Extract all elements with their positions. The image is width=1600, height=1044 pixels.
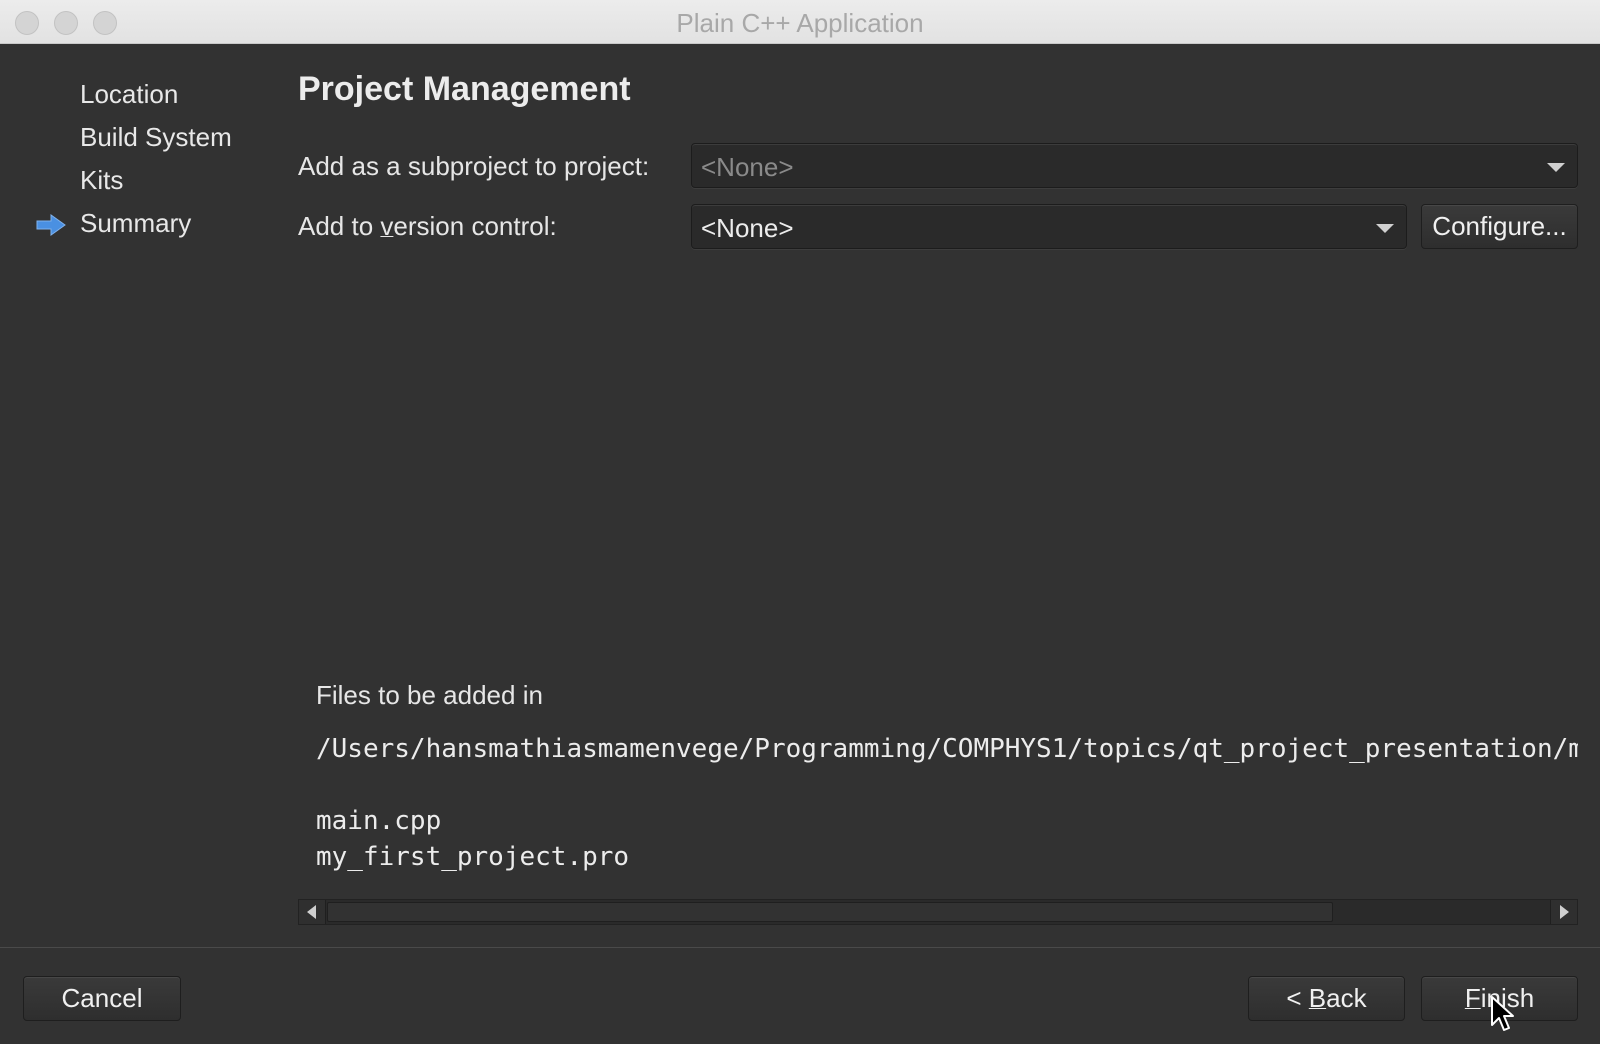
- back-button[interactable]: < Back: [1248, 976, 1405, 1021]
- title-bar: Plain C++ Application: [0, 0, 1600, 44]
- chevron-down-icon: [1376, 224, 1394, 233]
- files-path: /Users/hansmathiasmamenvege/Programming/…: [316, 734, 1578, 764]
- scroll-left-button[interactable]: [299, 900, 326, 924]
- file-list-item: my_first_project.pro: [316, 842, 630, 872]
- sidebar-item-kits: Kits: [80, 165, 124, 195]
- sidebar-item-summary: Summary: [80, 208, 192, 238]
- mouse-pointer-icon: [1491, 996, 1514, 1031]
- subproject-label: Add as a subproject to project:: [298, 151, 650, 181]
- horizontal-scrollbar[interactable]: [298, 899, 1578, 925]
- cancel-button[interactable]: Cancel: [23, 976, 181, 1021]
- sidebar-item-build-system: Build System: [80, 122, 232, 152]
- configure-button[interactable]: Configure...: [1421, 204, 1578, 249]
- version-control-select[interactable]: <None>: [691, 204, 1407, 249]
- sidebar-item-location: Location: [80, 79, 179, 109]
- page-title: Project Management: [298, 70, 631, 108]
- window-title: Plain C++ Application: [676, 8, 924, 38]
- subproject-select-value: <None>: [701, 152, 794, 182]
- arrow-right-icon: [36, 214, 66, 236]
- version-control-label: Add to version control:: [298, 211, 557, 241]
- subproject-select[interactable]: <None>: [691, 143, 1578, 188]
- wizard-window: Plain C++ Application Location Build Sys…: [0, 0, 1600, 1044]
- footer-divider: [0, 947, 1600, 948]
- files-path-viewport: /Users/hansmathiasmamenvege/Programming/…: [316, 734, 1578, 774]
- file-list-item: main.cpp: [316, 806, 442, 836]
- scroll-right-button[interactable]: [1550, 900, 1577, 924]
- chevron-down-icon: [1547, 163, 1565, 172]
- files-heading: Files to be added in: [316, 680, 543, 710]
- scrollbar-thumb[interactable]: [327, 902, 1333, 922]
- version-control-select-value: <None>: [701, 213, 794, 243]
